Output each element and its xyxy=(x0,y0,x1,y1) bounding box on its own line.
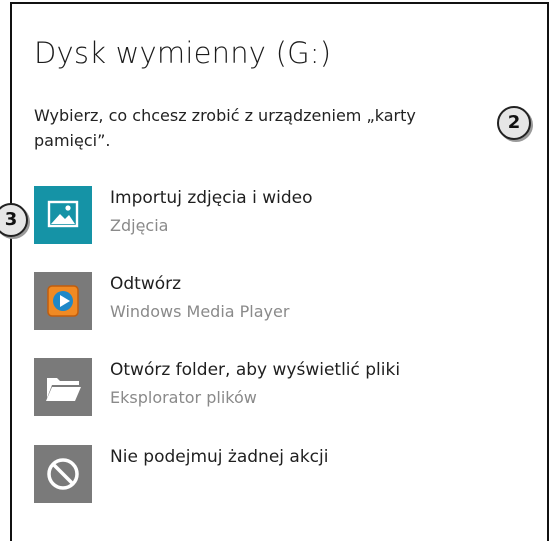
option-sublabel: Zdjęcia xyxy=(110,216,169,235)
callout-2: 2 xyxy=(497,106,531,140)
photo-import-icon xyxy=(34,186,92,244)
option-sublabel: Eksplorator plików xyxy=(110,388,257,407)
option-label: Otwórz folder, aby wyświetlić pliki xyxy=(110,360,401,380)
media-player-icon xyxy=(34,272,92,330)
option-sublabel: Windows Media Player xyxy=(110,302,290,321)
option-open-folder[interactable]: Otwórz folder, aby wyświetlić pliki Eksp… xyxy=(34,358,454,418)
option-play[interactable]: Odtwórz Windows Media Player xyxy=(34,272,454,332)
dialog-title: Dysk wymienny (G:) xyxy=(34,36,332,70)
no-action-icon xyxy=(34,445,92,503)
dialog-prompt: Wybierz, co chcesz zrobić z urządzeniem … xyxy=(34,106,416,150)
option-no-action[interactable]: Nie podejmuj żadnej akcji xyxy=(34,445,454,505)
option-import-photos[interactable]: Importuj zdjęcia i wideo Zdjęcia xyxy=(34,186,454,246)
option-label: Importuj zdjęcia i wideo xyxy=(110,188,313,208)
option-label: Nie podejmuj żadnej akcji xyxy=(110,447,329,467)
folder-open-icon xyxy=(34,358,92,416)
option-label: Odtwórz xyxy=(110,274,182,294)
